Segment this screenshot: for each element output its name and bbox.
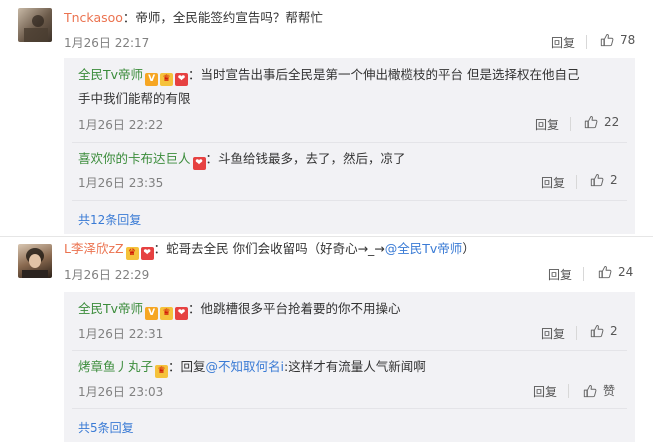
reply-button[interactable]: 回复 <box>535 116 559 133</box>
heart-badge-icon: ❤ <box>175 307 189 320</box>
more-replies-link[interactable]: 共5条回复 <box>78 419 134 436</box>
comment-username[interactable]: L李泽欣zZ <box>64 241 124 256</box>
reply-text: ：斗鱼给钱最多，去了，然后，凉了 <box>205 151 406 166</box>
reply-timestamp: 1月26日 23:35 <box>78 176 164 190</box>
verified-v-icon: V <box>145 73 159 86</box>
like-button[interactable]: 78 <box>600 33 635 47</box>
like-count: 24 <box>618 265 634 279</box>
heart-badge-icon: ❤ <box>175 73 189 86</box>
reply-timestamp: 1月26日 23:03 <box>78 385 164 399</box>
reply-button[interactable]: 回复 <box>551 34 575 51</box>
thumbs-up-icon <box>584 115 598 129</box>
comment-text: ：蛇哥去全民 你们会收留吗（好奇心→_→ <box>153 241 385 256</box>
comment-username[interactable]: Tnckasoo <box>64 10 123 25</box>
like-count: 78 <box>620 33 636 47</box>
divider <box>72 200 627 201</box>
thumbs-up-icon <box>590 324 604 338</box>
comment-body: L李泽欣zZ ♛ ❤ ：蛇哥去全民 你们会收留吗（好奇心→_→@全民Tv帝师） <box>64 240 475 260</box>
divider <box>568 384 569 398</box>
divider <box>72 350 627 351</box>
reply-button[interactable]: 回复 <box>548 266 572 283</box>
like-button[interactable]: 24 <box>598 265 633 279</box>
divider <box>72 142 627 143</box>
user-avatar[interactable] <box>18 244 52 278</box>
crown-badge-icon: ♛ <box>125 247 139 260</box>
reply-timestamp: 1月26日 22:22 <box>78 118 164 132</box>
reply-username[interactable]: 喜欢你的卡布达巨人 <box>78 151 191 166</box>
crown-badge-icon: ♛ <box>160 73 174 86</box>
crown-badge-icon: ♛ <box>160 307 174 320</box>
thumbs-up-icon <box>598 265 612 279</box>
reply-username[interactable]: 全民Tv帝师 <box>78 301 143 316</box>
mention-link[interactable]: @全民Tv帝师 <box>385 241 463 256</box>
comment-timestamp: 1月26日 22:17 <box>64 36 150 50</box>
thumbs-up-icon <box>590 173 604 187</box>
like-label: 赞 <box>603 384 616 398</box>
divider <box>576 326 577 340</box>
reply-body: 烤章鱼丿丸子 ♛ ：回复@不知取何名i:这样才有流量人气新闻啊 <box>78 358 426 378</box>
reply-username[interactable]: 烤章鱼丿丸子 <box>78 359 153 374</box>
divider <box>583 267 584 281</box>
like-button[interactable]: 赞 <box>583 382 615 399</box>
crown-badge-icon: ♛ <box>155 365 169 378</box>
reply-button[interactable]: 回复 <box>541 325 565 342</box>
divider <box>576 175 577 189</box>
comment-text: ：帝师，全民能签约宣告吗？帮帮忙 <box>122 10 323 25</box>
comment-timestamp: 1月26日 22:29 <box>64 268 150 282</box>
reply-button[interactable]: 回复 <box>533 383 557 400</box>
heart-badge-icon: ❤ <box>140 247 154 260</box>
reply-text-end: :这样才有流量人气新闻啊 <box>284 359 426 374</box>
divider <box>570 117 571 131</box>
thumbs-up-icon <box>583 384 597 398</box>
heart-badge-icon: ❤ <box>192 157 206 170</box>
mention-link[interactable]: @不知取何名i <box>206 359 284 374</box>
reply-text: ：当时宣告出事后全民是第一个伸出橄榄枝的平台 但是选择权在他自己 <box>188 67 580 82</box>
divider <box>72 408 627 409</box>
comment-text-end: ） <box>462 241 475 256</box>
like-button[interactable]: 2 <box>590 324 618 338</box>
reply-text: ：回复 <box>168 359 206 374</box>
like-count: 2 <box>610 173 618 187</box>
reply-body: 喜欢你的卡布达巨人 ❤ ：斗鱼给钱最多，去了，然后，凉了 <box>78 150 406 170</box>
reply-text: ：他跳槽很多平台抢着要的你不用操心 <box>188 301 401 316</box>
reply-body: 全民Tv帝师 V ♛ ❤ ：当时宣告出事后全民是第一个伸出橄榄枝的平台 但是选择权在他自… <box>78 66 580 86</box>
like-count: 2 <box>610 324 618 338</box>
thumbs-up-icon <box>600 33 614 47</box>
like-button[interactable]: 22 <box>584 115 619 129</box>
like-count: 22 <box>604 115 620 129</box>
reply-text-line2: 手中我们能帮的有限 <box>78 91 191 106</box>
reply-username[interactable]: 全民Tv帝师 <box>78 67 143 82</box>
verified-v-icon: V <box>145 307 159 320</box>
like-button[interactable]: 2 <box>590 173 618 187</box>
more-replies-link[interactable]: 共12条回复 <box>78 211 141 228</box>
divider <box>0 236 653 237</box>
user-avatar[interactable] <box>18 8 52 42</box>
reply-body: 全民Tv帝师 V ♛ ❤ ：他跳槽很多平台抢着要的你不用操心 <box>78 300 401 320</box>
reply-button[interactable]: 回复 <box>541 174 565 191</box>
reply-timestamp: 1月26日 22:31 <box>78 327 164 341</box>
comment-body: Tnckasoo：帝师，全民能签约宣告吗？帮帮忙 <box>64 9 323 27</box>
divider <box>586 35 587 49</box>
